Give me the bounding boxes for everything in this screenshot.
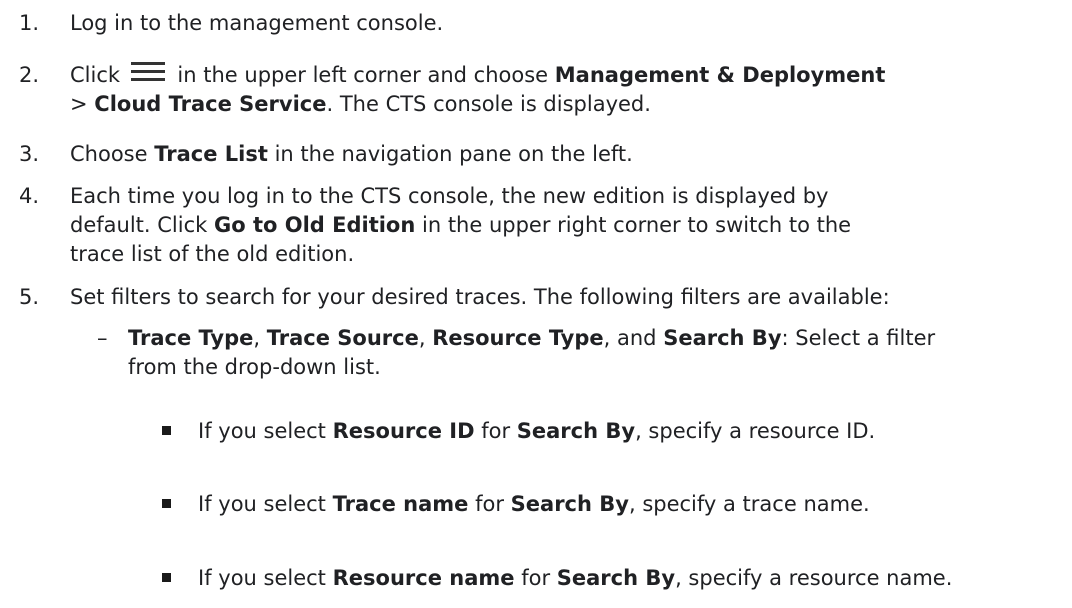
step-text-line-3: trace list of the old edition. [70, 242, 355, 266]
bold-text: Go to Old Edition [213, 213, 416, 237]
text: , specify a trace name. [628, 492, 870, 516]
document: 1. Log in to the management console. 2. … [0, 0, 1072, 608]
step-number: 3. [19, 142, 40, 166]
filter-text-line-1: Trace Type, Trace Source, Resource Type,… [128, 324, 1062, 353]
bullet-text: If you select Resource ID for Search By,… [198, 417, 875, 446]
text: , [418, 326, 426, 350]
text: If you select [198, 492, 326, 516]
bold-text: Search By [510, 492, 629, 516]
text: , specify a resource name. [675, 566, 953, 590]
text: If you select [198, 419, 326, 443]
step-number: 1. [19, 11, 40, 35]
square-bullet-icon [162, 426, 171, 435]
menu-icon [130, 62, 165, 84]
text: Choose [70, 142, 148, 166]
text: : Select a filter [781, 326, 936, 350]
bullet-text: If you select Trace name for Search By, … [198, 490, 870, 519]
bold-text: Resource name [332, 566, 515, 590]
step-text-line-2: default. Click Go to Old Edition in the … [70, 211, 1060, 240]
bullet-text: If you select Resource name for Search B… [198, 564, 952, 593]
square-bullet-icon [162, 499, 171, 508]
step-number: 4. [19, 184, 40, 208]
text: in the navigation pane on the left. [274, 142, 633, 166]
bold-text: Management & Deployment [554, 63, 886, 87]
text: for [475, 492, 504, 516]
text: for [481, 419, 511, 443]
step-text: Choose Trace List in the navigation pane… [70, 140, 1060, 169]
text: default. Click [70, 213, 208, 237]
text: , specify a resource ID. [635, 419, 876, 443]
bold-text: Search By [556, 566, 676, 590]
step-text-line-1: Each time you log in to the CTS console,… [70, 184, 829, 208]
text: Click [70, 63, 121, 87]
square-bullet-icon [162, 573, 171, 582]
dash-marker: – [97, 326, 108, 350]
step-text: Set filters to search for your desired t… [70, 285, 890, 309]
text: , and [603, 326, 657, 350]
bold-text: Resource ID [332, 419, 475, 443]
text: . The CTS console is displayed. [326, 92, 651, 116]
text: in the upper right corner to switch to t… [422, 213, 852, 237]
bold-text: Trace name [332, 492, 469, 516]
step-text-line-2: > Cloud Trace Service. The CTS console i… [70, 90, 1060, 119]
step-number: 5. [19, 285, 40, 309]
text: > [70, 92, 88, 116]
text: in the upper left corner and choose [177, 63, 549, 87]
text: for [521, 566, 551, 590]
text: , [253, 326, 261, 350]
bold-text: Trace Source [266, 326, 419, 350]
step-number: 2. [19, 63, 40, 87]
bold-text: Resource Type [432, 326, 604, 350]
bold-text: Search By [516, 419, 636, 443]
bold-text: Cloud Trace Service [94, 92, 327, 116]
bold-text: Search By [663, 326, 782, 350]
filter-text-line-2: from the drop-down list. [128, 355, 381, 379]
step-text-line-1: Click in the upper left corner and choos… [70, 56, 1060, 90]
step-text: Log in to the management console. [70, 11, 444, 35]
bold-text: Trace Type [128, 326, 254, 350]
text: If you select [198, 566, 326, 590]
bold-text: Trace List [154, 142, 268, 166]
